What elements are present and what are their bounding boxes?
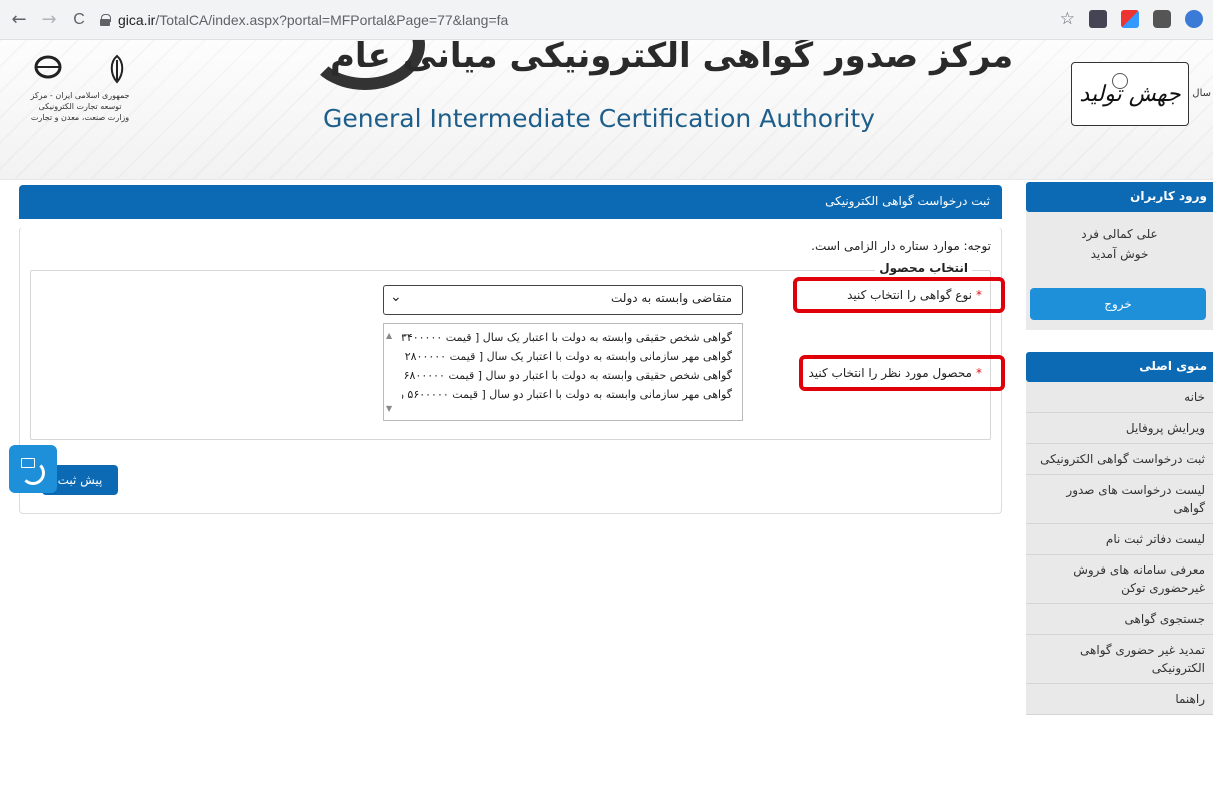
menu-item-renew-cert[interactable]: تمدید غیر حضوری گواهی الکترونیکی: [1026, 635, 1213, 684]
mail-icon: [21, 458, 35, 468]
menu-item-register-request[interactable]: ثبت درخواست گواهی الکترونیکی: [1026, 444, 1213, 475]
cert-type-select[interactable]: متقاضی وابسته به دولت ⌄: [383, 285, 743, 315]
product-label: * محصول مورد نظر را انتخاب کنید: [808, 366, 982, 380]
puzzle-extension-icon[interactable]: [1153, 10, 1171, 28]
required-star: *: [976, 288, 982, 302]
required-star: *: [976, 366, 982, 380]
product-legend: انتخاب محصول: [875, 261, 972, 275]
logo-caption-line-2: وزارت صنعت، معدن و تجارت: [30, 113, 130, 122]
page-title: ثبت درخواست گواهی الکترونیکی: [19, 185, 1002, 219]
main-menu-header: منوی اصلی: [1026, 352, 1213, 382]
logo-caption: جمهوری اسلامی ایران - مرکز توسعه تجارت ا…: [20, 90, 140, 123]
product-option[interactable]: گواهی شخص حقیقی وابسته به دولت با اعتبار…: [402, 366, 732, 385]
main-panel: ثبت درخواست گواهی الکترونیکی توجه: موارد…: [19, 185, 1005, 514]
year-slogan-prefix: سال: [1192, 88, 1211, 99]
bookmark-star-icon[interactable]: ☆: [1060, 9, 1075, 29]
request-form: توجه: موارد ستاره دار الزامی است. انتخاب…: [19, 227, 1005, 514]
login-header: ورود کاربران: [1026, 182, 1213, 212]
profile-avatar[interactable]: [1185, 10, 1203, 28]
slogan-emblem-icon: [1112, 73, 1128, 89]
product-label-text: محصول مورد نظر را انتخاب کنید: [808, 366, 972, 380]
menu-item-offices-list[interactable]: لیست دفاتر ثبت نام: [1026, 524, 1213, 555]
welcome-text: خوش آمدید: [1090, 247, 1149, 261]
year-slogan-box: جهش تولید: [1071, 62, 1189, 126]
scroll-down-icon[interactable]: ▼: [386, 399, 392, 418]
menu-item-home[interactable]: خانه: [1026, 382, 1213, 413]
browser-toolbar: ← → C gica.ir /TotalCA/index.aspx?portal…: [0, 0, 1213, 40]
product-fieldset: انتخاب محصول * نوع گواهی را انتخاب کنید م…: [30, 261, 1005, 440]
iran-emblem-icon: [110, 54, 124, 84]
cert-type-label-text: نوع گواهی را انتخاب کنید: [847, 288, 972, 302]
required-note: توجه: موارد ستاره دار الزامی است.: [811, 239, 991, 253]
ministry-logos: جمهوری اسلامی ایران - مرکز توسعه تجارت ا…: [20, 50, 130, 122]
logout-button[interactable]: خروج: [1030, 288, 1206, 320]
url-host: gica.ir: [118, 11, 156, 28]
site-banner: مرکز صدور گواهی الکترونیکی میانی عام Gen…: [0, 40, 1213, 180]
extension-icon[interactable]: [1121, 10, 1139, 28]
chevron-down-icon: ⌄: [390, 289, 402, 305]
menu-item-token-sales[interactable]: معرفی سامانه های فروش غیرحضوری توکن: [1026, 555, 1213, 604]
user-name: علی کمالی فرد: [1081, 227, 1158, 241]
url-path: /TotalCA/index.aspx?portal=MFPortal&Page…: [155, 11, 509, 28]
gmail-extension-icon[interactable]: [1089, 10, 1107, 28]
user-panel: علی کمالی فرد خوش آمدید خروج: [1026, 212, 1213, 330]
menu-item-request-list[interactable]: لیست درخواست های صدور گواهی: [1026, 475, 1213, 524]
menu-item-edit-profile[interactable]: ویرایش پروفایل: [1026, 413, 1213, 444]
scroll-up-icon[interactable]: ▲: [386, 326, 392, 345]
cert-type-value: متقاضی وابسته به دولت: [611, 291, 732, 305]
banner-title-en: General Intermediate Certification Autho…: [323, 104, 875, 133]
year-slogan: جهش تولید: [1079, 81, 1181, 107]
menu-item-search-cert[interactable]: جستجوی گواهی: [1026, 604, 1213, 635]
product-option[interactable]: گواهی شخص حقیقی وابسته به دولت با اعتبار…: [402, 328, 732, 347]
address-bar[interactable]: gica.ir /TotalCA/index.aspx?portal=MFPor…: [100, 12, 508, 28]
chat-widget[interactable]: [9, 445, 57, 493]
menu-item-help[interactable]: راهنما: [1026, 684, 1213, 715]
banner-title-fa: مرکز صدور گواهی الکترونیکی میانی عام: [330, 40, 1014, 76]
main-menu: خانه ویرایش پروفایل ثبت درخواست گواهی ال…: [1026, 382, 1213, 715]
back-icon[interactable]: ←: [8, 9, 30, 31]
right-sidebar: ورود کاربران علی کمالی فرد خوش آمدید خرو…: [1026, 182, 1213, 715]
product-option[interactable]: گواهی مهر سازمانی وابسته به دولت با اعتب…: [402, 347, 732, 366]
cert-type-label: * نوع گواهی را انتخاب کنید: [847, 288, 982, 302]
ecommerce-seal-icon: [34, 55, 62, 79]
product-listbox[interactable]: گواهی شخص حقیقی وابسته به دولت با اعتبار…: [383, 323, 743, 421]
reload-icon[interactable]: C: [68, 9, 90, 31]
lock-icon: [100, 13, 111, 26]
forward-icon[interactable]: →: [38, 9, 60, 31]
product-option[interactable]: گواهی مهر سازمانی وابسته به دولت با اعتب…: [402, 385, 732, 404]
logo-caption-line-1: جمهوری اسلامی ایران - مرکز توسعه تجارت ا…: [30, 91, 130, 111]
